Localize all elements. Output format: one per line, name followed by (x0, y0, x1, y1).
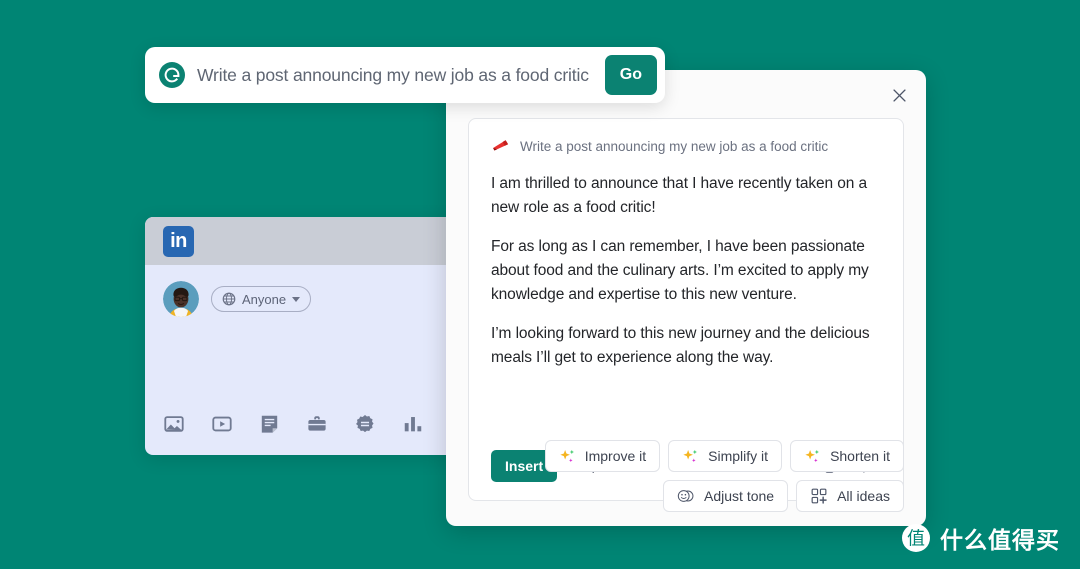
chip-label: Adjust tone (704, 488, 775, 504)
red-pencil-icon (493, 140, 509, 151)
result-prompt-row: Write a post announcing my new job as a … (491, 137, 881, 156)
grammarly-g-icon (159, 62, 185, 88)
smzdm-logo-char: 值 (907, 529, 925, 550)
avatar (163, 281, 199, 317)
linkedin-attachment-toolbar (163, 413, 424, 435)
poll-chart-icon[interactable] (402, 413, 424, 435)
chip-label: Simplify it (708, 448, 769, 464)
suggestion-chips: Improve it Simplify it Shorten it Adjust… (468, 440, 904, 512)
chip-all-ideas[interactable]: All ideas (796, 480, 904, 512)
document-icon[interactable] (259, 413, 280, 435)
chevron-down-icon (292, 296, 301, 302)
grammarly-assistant-panel: Write a post announcing my new job as a … (446, 70, 926, 526)
audience-selector[interactable]: Anyone (211, 286, 312, 312)
chip-label: All ideas (837, 488, 890, 504)
go-button[interactable]: Go (604, 55, 657, 95)
smzdm-watermark: 值 什么值得买 (901, 521, 1060, 555)
briefcase-icon[interactable] (306, 413, 328, 435)
chip-improve-it[interactable]: Improve it (544, 440, 661, 472)
grid-plus-icon (811, 488, 827, 504)
prompt-input[interactable]: Write a post announcing my new job as a … (197, 65, 605, 86)
close-icon (892, 88, 906, 102)
sparkle-icon (683, 449, 698, 462)
smiley-tone-icon (677, 490, 694, 502)
video-icon[interactable] (211, 413, 233, 435)
grammarly-prompt-bar[interactable]: Write a post announcing my new job as a … (145, 47, 665, 103)
chip-row-primary: Improve it Simplify it Shorten it (544, 440, 904, 472)
result-prompt-label: Write a post announcing my new job as a … (520, 139, 829, 154)
watermark-text: 什么值得买 (940, 527, 1060, 553)
close-button[interactable] (886, 82, 912, 108)
chip-label: Shorten it (830, 448, 890, 464)
sparkle-icon (805, 449, 820, 462)
globe-icon (222, 292, 236, 306)
image-icon[interactable] (163, 413, 185, 435)
result-paragraph-3: I’m looking forward to this new journey … (491, 325, 870, 367)
chip-simplify-it[interactable]: Simplify it (668, 440, 783, 472)
chip-shorten-it[interactable]: Shorten it (790, 440, 904, 472)
audience-label: Anyone (242, 291, 287, 307)
linkedin-logo: in (163, 225, 194, 257)
chip-adjust-tone[interactable]: Adjust tone (663, 480, 789, 512)
chip-label: Improve it (584, 448, 647, 464)
result-paragraph-2: For as long as I can remember, I have be… (491, 238, 869, 304)
celebrate-badge-icon[interactable] (354, 413, 376, 435)
chip-row-secondary: Adjust tone All ideas (663, 480, 904, 512)
result-paragraph-1: I am thrilled to announce that I have re… (491, 175, 868, 217)
smzdm-logo-icon: 值 (902, 524, 930, 552)
sparkle-icon (560, 449, 574, 462)
